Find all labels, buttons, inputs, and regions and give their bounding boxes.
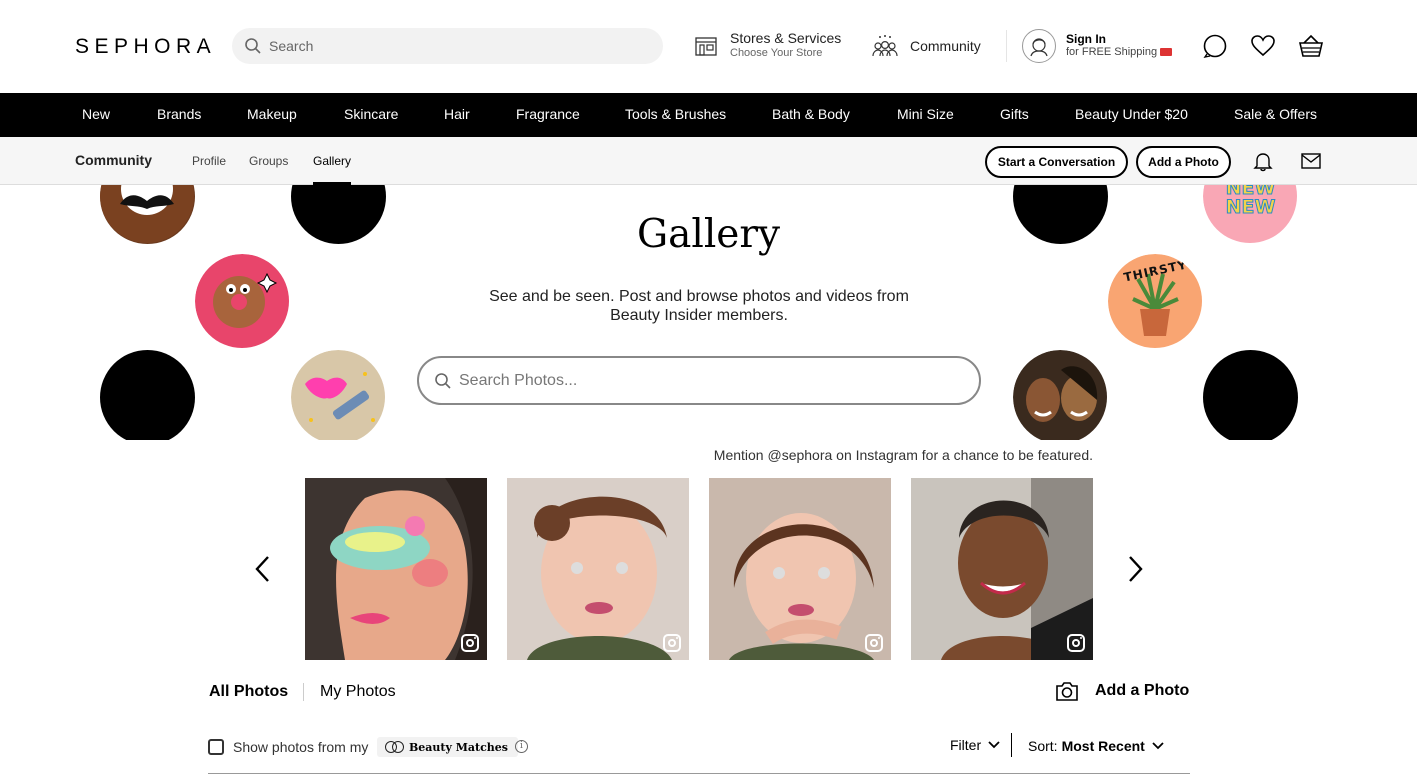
instagram-icon: [461, 634, 479, 652]
filter-divider: [1011, 733, 1012, 757]
nav-item-tools-brushes[interactable]: Tools & Brushes: [625, 106, 726, 122]
nav-item-fragrance[interactable]: Fragrance: [516, 106, 580, 122]
stores-subtitle: Choose Your Store: [730, 47, 823, 59]
main-nav: New Brands Makeup Skincare Hair Fragranc…: [0, 93, 1417, 137]
sign-in-link[interactable]: Sign In for FREE Shipping: [1022, 24, 1173, 68]
gallery-subtitle-line-2: Beauty Insider members.: [610, 307, 788, 324]
add-photo-button[interactable]: Add a Photo: [1136, 146, 1231, 178]
community-title[interactable]: Community: [75, 152, 152, 168]
mail-icon[interactable]: [1300, 150, 1322, 172]
avatar-icon: [1022, 29, 1056, 63]
beauty-matches-icon: [385, 741, 405, 753]
tab-profile[interactable]: Profile: [192, 154, 226, 168]
photo-search-input[interactable]: [459, 358, 959, 403]
community-link[interactable]: Community: [872, 24, 981, 68]
beauty-matches-checkbox[interactable]: [208, 739, 224, 755]
header-divider: [1006, 30, 1007, 62]
chevron-down-icon: [1152, 742, 1164, 750]
decorative-black-circle: [1203, 350, 1298, 440]
nav-item-mini-size[interactable]: Mini Size: [897, 106, 954, 122]
store-icon: [695, 37, 717, 56]
add-photo-label: Add a Photo: [1095, 682, 1190, 699]
instagram-icon: [663, 634, 681, 652]
community-icon: [872, 35, 898, 57]
gallery-photo-thumbnail[interactable]: [911, 478, 1093, 660]
nav-item-skincare[interactable]: Skincare: [344, 106, 398, 122]
tab-divider: [303, 683, 304, 701]
gallery-subtitle: See and be seen. Post and browse photos …: [459, 287, 939, 325]
gallery-photo-thumbnail[interactable]: [305, 478, 487, 660]
instagram-mention-text: Mention @sephora on Instagram for a chan…: [713, 447, 1093, 463]
nav-item-sale-offers[interactable]: Sale & Offers: [1234, 106, 1317, 122]
bell-icon[interactable]: [1252, 150, 1274, 172]
sign-in-title: Sign In: [1066, 32, 1106, 46]
sort-dropdown[interactable]: Sort: Most Recent: [1028, 738, 1165, 754]
site-search-input[interactable]: [269, 28, 649, 64]
two-women-selfie-image: [1013, 350, 1108, 440]
sign-in-subtitle: for FREE Shipping: [1066, 46, 1173, 59]
tab-groups[interactable]: Groups: [249, 154, 288, 168]
filter-dropdown[interactable]: Filter: [950, 737, 1001, 753]
add-photo-link[interactable]: Add a Photo: [1055, 680, 1189, 702]
section-divider: [208, 773, 1190, 774]
community-label: Community: [910, 38, 981, 54]
chevron-down-icon: [988, 741, 1000, 749]
lips-lipgloss-image: [291, 350, 386, 440]
nav-item-beauty-under-20[interactable]: Beauty Under $20: [1075, 106, 1188, 122]
nav-item-hair[interactable]: Hair: [444, 106, 470, 122]
nav-item-gifts[interactable]: Gifts: [1000, 106, 1029, 122]
camera-icon: [1056, 682, 1078, 701]
filter-label: Filter: [950, 737, 982, 753]
gallery-photo-thumbnail[interactable]: [507, 478, 689, 660]
nav-item-makeup[interactable]: Makeup: [247, 106, 297, 122]
nav-item-brands[interactable]: Brands: [157, 106, 201, 122]
stores-title: Stores & Services: [730, 30, 842, 46]
gallery-photo-thumbnail[interactable]: [709, 478, 891, 660]
instagram-icon: [865, 634, 883, 652]
sephora-logo[interactable]: SEPHORA: [75, 35, 216, 59]
carousel-prev-arrow-icon[interactable]: [252, 552, 274, 586]
tab-my-photos[interactable]: My Photos: [320, 683, 396, 701]
nav-item-new[interactable]: New: [82, 106, 110, 122]
nav-item-bath-body[interactable]: Bath & Body: [772, 106, 850, 122]
filter-row: Show photos from my Beauty Matches i Fil…: [208, 733, 1190, 759]
sort-value: Most Recent: [1061, 738, 1145, 754]
carousel-next-arrow-icon[interactable]: [1124, 552, 1146, 586]
top-header: SEPHORA Stores & Services Choose Your St…: [0, 0, 1417, 93]
community-subnav: Community Profile Groups Gallery Start a…: [0, 137, 1417, 185]
search-icon: [245, 38, 261, 54]
heart-icon[interactable]: [1250, 33, 1276, 59]
instagram-icon: [1067, 634, 1085, 652]
basket-icon[interactable]: [1298, 33, 1324, 59]
start-conversation-button[interactable]: Start a Conversation: [985, 146, 1128, 178]
gallery-subtitle-line-1: See and be seen. Post and browse photos …: [489, 288, 909, 305]
thirsty-plant-image: THIRSTY: [1108, 254, 1203, 349]
photo-search[interactable]: [417, 356, 981, 405]
truck-icon: [1160, 48, 1173, 57]
show-photos-label: Show photos from my: [233, 739, 369, 755]
stores-services-link[interactable]: Stores & Services Choose Your Store: [694, 24, 841, 68]
info-icon[interactable]: i: [515, 740, 528, 753]
donut-image: [195, 254, 290, 349]
chat-icon[interactable]: [1202, 33, 1228, 59]
sort-label: Sort:: [1028, 738, 1058, 754]
tab-gallery[interactable]: Gallery: [313, 154, 351, 168]
search-icon: [435, 373, 451, 389]
tab-all-photos[interactable]: All Photos: [209, 683, 288, 701]
site-search[interactable]: [232, 28, 663, 64]
decorative-black-circle: [100, 350, 195, 440]
beauty-matches-badge: Beauty Matches: [377, 737, 518, 757]
beauty-matches-label: Beauty Matches: [409, 740, 508, 754]
page-title: Gallery: [636, 212, 781, 257]
